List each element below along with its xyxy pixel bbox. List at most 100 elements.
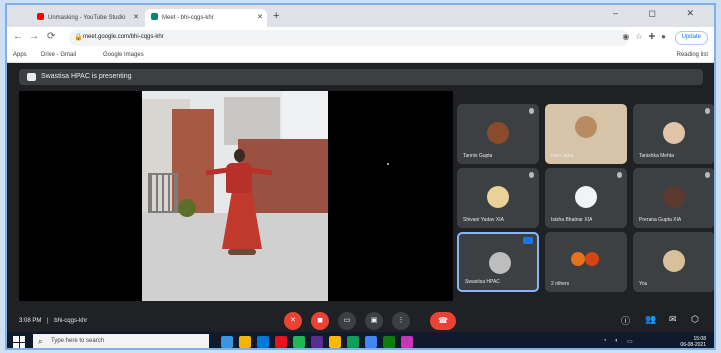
app-icon[interactable] [329, 336, 341, 348]
avatar [489, 252, 511, 274]
cursor [387, 163, 389, 165]
avatar [575, 186, 597, 208]
info-icon[interactable]: ⓘ [621, 314, 630, 327]
reading-list[interactable]: Reading list [677, 52, 708, 58]
bookmark-google-images[interactable]: Google Images [103, 52, 144, 58]
participant-name: You [639, 281, 648, 287]
forward-icon[interactable]: → [29, 31, 39, 42]
screen: Unmasking - YouTube Studio ✕ Meet - bhi-… [5, 3, 716, 350]
chrome-icon[interactable] [365, 336, 377, 348]
avatar [487, 186, 509, 208]
presenting-banner: Swastisa HPAC is presenting [19, 69, 703, 85]
task-view-icon[interactable] [221, 336, 233, 348]
participant-tile-self[interactable]: You [633, 232, 714, 292]
taskbar-search[interactable]: ⌕ Type here to search [33, 334, 209, 348]
new-tab-button[interactable]: + [273, 10, 279, 22]
participant-tile-active[interactable]: Swastisa HPAC [457, 232, 539, 292]
reload-icon[interactable]: ⟳ [47, 31, 55, 42]
present-screen-icon [27, 73, 36, 81]
bookmark-apps[interactable]: Apps [13, 52, 27, 58]
pin-badge-icon [523, 237, 533, 244]
mic-muted-icon [529, 108, 534, 114]
participant-name: Swastisa HPAC [465, 279, 500, 285]
participant-tile-others[interactable]: 2 others [545, 232, 627, 292]
avatar [585, 252, 599, 266]
bookmarks-bar: Apps Drive - Gmail Google Images Reading… [7, 49, 714, 63]
time-label: 3:08 PM [19, 318, 42, 324]
search-placeholder: Type here to search [51, 338, 105, 344]
meeting-code: bhi-cqgs-khr [54, 318, 88, 324]
tab-meet[interactable]: Meet - bhi-cqgs-khr ✕ [145, 9, 267, 27]
present-button[interactable]: ▣ [365, 312, 383, 330]
app-icon[interactable] [311, 336, 323, 348]
participant-name: Iram Jaha [551, 153, 574, 159]
camera-off-button[interactable]: ◼ [311, 312, 329, 330]
participant-tile[interactable]: Tannis Gupta [457, 104, 539, 164]
participant-name: 2 others [551, 281, 570, 287]
people-icon[interactable]: 👥 [645, 314, 656, 325]
captions-button[interactable]: ▭ [338, 312, 356, 330]
store-icon[interactable] [275, 336, 287, 348]
meet-window: Swastisa HPAC is presenting Tannis Gupta… [7, 63, 714, 332]
participant-tile[interactable]: Isisha Bhatnar XIA [545, 168, 627, 228]
avatar [487, 122, 509, 144]
participant-name: Prerana Gupta XIA [639, 217, 682, 223]
participant-tile[interactable]: Shivani Yadav XIA [457, 168, 539, 228]
mic-muted-icon [617, 172, 622, 178]
taskbar-clock[interactable]: 15:08 06-08-2021 [680, 336, 706, 348]
close-tab-icon[interactable]: ✕ [257, 13, 263, 21]
tab-label: Meet - bhi-cqgs-khr [162, 15, 214, 21]
window-controls[interactable]: – ◻ ✕ [613, 8, 708, 19]
tab-label: Unmasking - YouTube Studio [48, 15, 126, 21]
volume-icon[interactable]: ◐ [615, 338, 619, 344]
mic-muted-icon [529, 172, 534, 178]
avatar [663, 186, 685, 208]
mic-off-button[interactable]: ✕ [284, 312, 302, 330]
app-icon[interactable] [383, 336, 395, 348]
avatar [575, 116, 597, 138]
participant-name: Tanishka Mehta [639, 153, 675, 159]
shared-video [142, 91, 328, 301]
end-call-button[interactable]: ☎ [430, 312, 456, 330]
participant-tile[interactable]: Tanishka Mehta [633, 104, 714, 164]
tab-youtube-studio[interactable]: Unmasking - YouTube Studio ✕ [31, 9, 143, 27]
update-button[interactable]: Update [674, 31, 708, 45]
youtube-icon [37, 13, 44, 20]
meeting-info: 3:08 PM | bhi-cqgs-khr [19, 318, 88, 324]
mic-muted-icon [705, 108, 710, 114]
address-bar[interactable]: 🔒 meet.google.com/bhi-cqgs-khr [69, 30, 629, 46]
chat-icon[interactable]: ✉ [669, 314, 677, 325]
presenting-text: Swastisa HPAC is presenting [41, 73, 132, 80]
windows-taskbar: ⌕ Type here to search ◔ ◐ ▭ 15:08 06-08-… [7, 332, 714, 348]
meet-icon [151, 13, 158, 20]
battery-icon[interactable]: ▭ [627, 338, 633, 345]
edge-icon[interactable] [257, 336, 269, 348]
extension-icons[interactable]: ◉☆✚● [622, 32, 672, 41]
search-icon: ⌕ [38, 337, 43, 346]
participant-name: Isisha Bhatnar XIA [551, 217, 593, 223]
avatar [663, 122, 685, 144]
more-options-button[interactable]: ⋮ [392, 312, 410, 330]
presentation-stage [19, 91, 453, 301]
file-explorer-icon[interactable] [239, 336, 251, 348]
activities-icon[interactable]: ⬡ [691, 314, 699, 325]
close-tab-icon[interactable]: ✕ [133, 13, 139, 21]
browser-toolbar: ← → ⟳ 🔒 meet.google.com/bhi-cqgs-khr ◉☆✚… [7, 27, 714, 49]
app-icon[interactable] [347, 336, 359, 348]
avatar [571, 252, 585, 266]
participant-name: Shivani Yadav XIA [463, 217, 504, 223]
bookmark-drive[interactable]: Drive - Gmail [41, 52, 76, 58]
back-icon[interactable]: ← [13, 31, 23, 42]
start-button[interactable] [13, 336, 25, 348]
app-icon[interactable] [401, 336, 413, 348]
lock-icon: 🔒 [74, 34, 83, 41]
url-text: meet.google.com/bhi-cqgs-khr [83, 34, 164, 40]
app-icon[interactable] [293, 336, 305, 348]
participant-tile[interactable]: Prerana Gupta XIA [633, 168, 714, 228]
wifi-icon[interactable]: ◔ [603, 338, 607, 344]
mic-muted-icon [705, 172, 710, 178]
participant-tile[interactable]: Iram Jaha [545, 104, 627, 164]
browser-tabstrip: Unmasking - YouTube Studio ✕ Meet - bhi-… [7, 5, 714, 27]
clock-date: 06-08-2021 [680, 342, 706, 348]
avatar [663, 250, 685, 272]
